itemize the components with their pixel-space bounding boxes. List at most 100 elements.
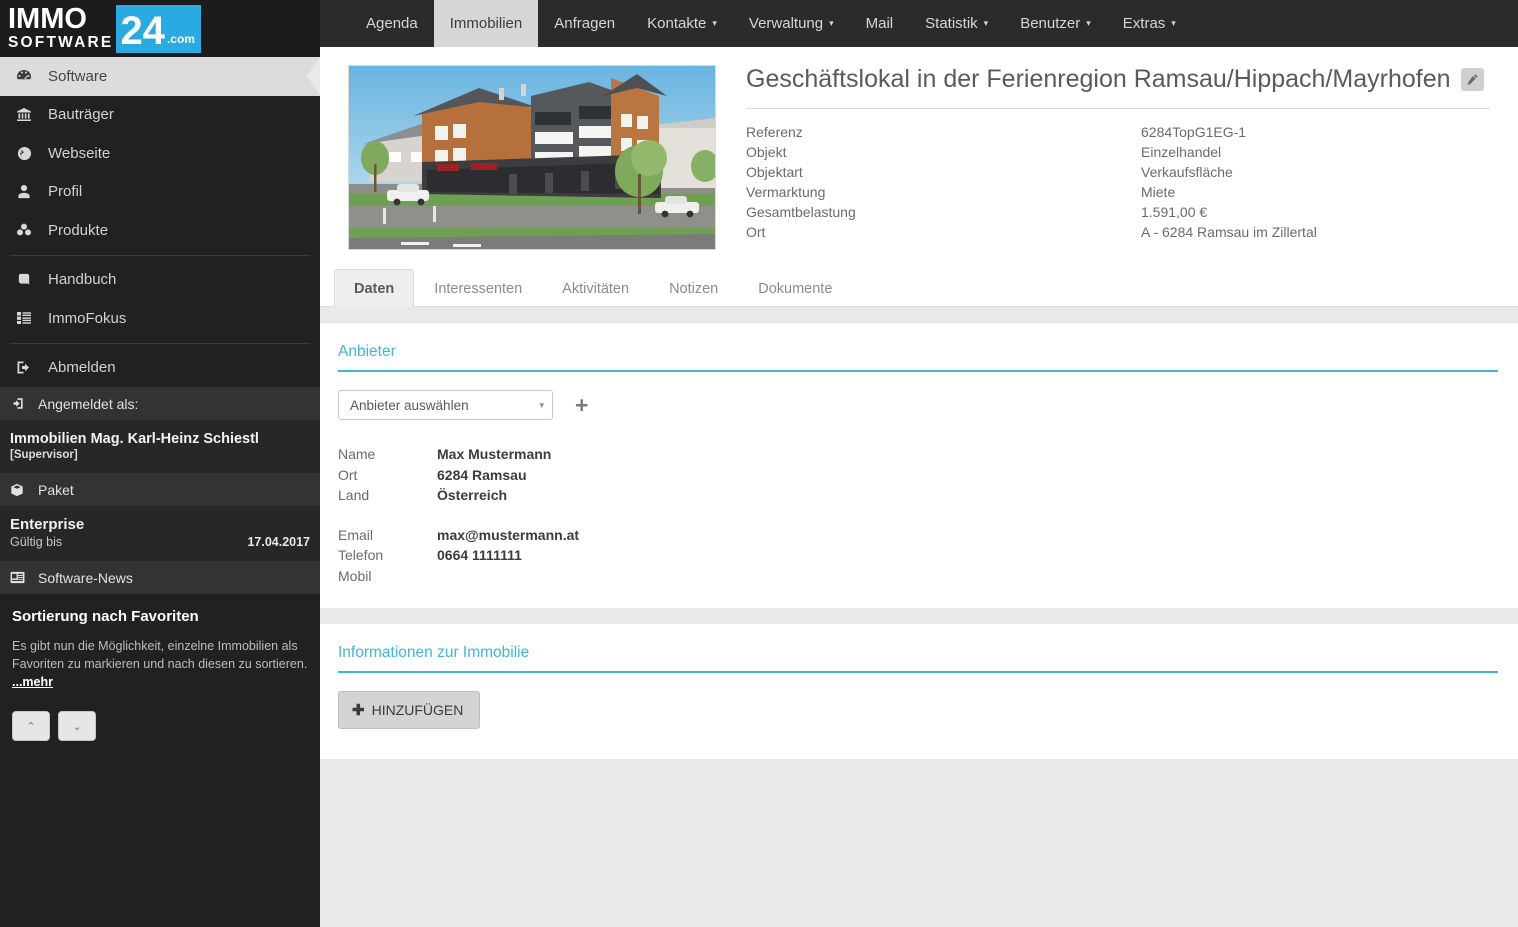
user-icon: [10, 184, 38, 199]
tab-dokumente[interactable]: Dokumente: [738, 269, 852, 307]
news-prev-button[interactable]: ⌃: [12, 711, 50, 742]
anbieter-select[interactable]: Anbieter auswählen ▾: [338, 390, 553, 420]
hinzufuegen-button[interactable]: ✚ HINZUFÜGEN: [338, 691, 481, 729]
news-next-button[interactable]: ⌄: [58, 711, 96, 742]
sign-out-icon: [10, 360, 38, 375]
sidebar-item-label: ImmoFokus: [48, 309, 127, 327]
chevron-down-icon: ⌄: [72, 720, 82, 733]
field-key: Land: [338, 487, 370, 503]
sidebar-item-immofokus[interactable]: ImmoFokus: [0, 299, 320, 338]
news-more-link[interactable]: ...mehr: [12, 675, 53, 689]
field-spacer: [338, 506, 1498, 525]
sidebar: IMMO SOFTWARE 24 .com Software Bauträger…: [0, 0, 320, 927]
sidebar-item-produkte[interactable]: Produkte: [0, 211, 320, 250]
field-key: Email: [338, 526, 374, 543]
informationen-card: Informationen zur Immobilie ✚ HINZUFÜGEN: [320, 624, 1518, 759]
paket-valid-date: 17.04.2017: [247, 535, 310, 549]
nav-extras[interactable]: Extras ▾: [1107, 0, 1192, 47]
list-icon: [10, 311, 38, 325]
spec-value: A - 6284 Ramsau im Zillertal: [1141, 224, 1317, 240]
tab-notizen[interactable]: Notizen: [649, 269, 738, 307]
property-header-panel: Geschäftslokal in der Ferienregion Ramsa…: [320, 47, 1518, 307]
tab-daten[interactable]: Daten: [334, 269, 415, 307]
sidebar-item-abmelden[interactable]: Abmelden: [0, 349, 320, 388]
informationen-section-rule: [338, 671, 1498, 673]
anbieter-contact-row: Mobil: [338, 566, 1498, 587]
sidebar-divider: [10, 254, 310, 256]
paket-header-label: Paket: [38, 481, 74, 498]
tab-label: Aktivitäten: [562, 281, 630, 297]
pencil-icon: [1466, 73, 1479, 86]
newspaper-icon: [10, 571, 30, 584]
chevron-down-icon: ▾: [1171, 18, 1176, 28]
add-anbieter-icon[interactable]: +: [575, 393, 588, 417]
sidebar-item-profil[interactable]: Profil: [0, 173, 320, 212]
nav-statistik[interactable]: Statistik ▾: [909, 0, 1004, 47]
account-name: Immobilien Mag. Karl-Heinz Schiestl: [10, 431, 259, 447]
title-divider: [746, 108, 1490, 109]
page-title: Geschäftslokal in der Ferienregion Ramsa…: [746, 65, 1451, 93]
sidebar-item-handbuch[interactable]: Handbuch: [0, 261, 320, 300]
field-key: Mobil: [338, 567, 372, 584]
chevron-down-icon: ▾: [539, 399, 544, 410]
anbieter-section-rule: [338, 370, 1498, 372]
property-image[interactable]: [348, 65, 716, 250]
brand-logo[interactable]: IMMO SOFTWARE 24 .com: [0, 0, 320, 57]
spec-key: Ort: [746, 224, 766, 240]
nav-label: Immobilien: [449, 15, 523, 32]
spec-key: Referenz: [746, 124, 803, 140]
logo-software-text: SOFTWARE: [8, 33, 114, 51]
paket-valid-label: Gültig bis: [10, 535, 63, 549]
tab-label: Dokumente: [758, 281, 833, 297]
news-panel: Sortierung nach Favoriten Es gibt nun di…: [0, 594, 320, 752]
nav-agenda[interactable]: Agenda: [350, 0, 434, 47]
account-header-label: Angemeldet als:: [38, 395, 139, 412]
edit-property-button[interactable]: [1460, 68, 1484, 91]
account-role: [Supervisor]: [10, 449, 78, 461]
sidebar-divider: [10, 342, 310, 344]
nav-verwaltung[interactable]: Verwaltung ▾: [733, 0, 850, 47]
anbieter-field-row: Ort 6284 Ramsau: [338, 465, 1498, 486]
anbieter-section-title: Anbieter: [338, 343, 396, 360]
sidebar-item-webseite[interactable]: Webseite: [0, 134, 320, 173]
anbieter-details: Name Max Mustermann Ort 6284 Ramsau Land…: [338, 444, 1498, 586]
top-navigation-bar: Agenda Immobilien Anfragen Kontakte ▾ Ve…: [320, 0, 1518, 47]
field-value: 0664 1111111: [437, 547, 522, 563]
chevron-down-icon: ▾: [983, 18, 989, 28]
news-title: Sortierung nach Favoriten: [12, 608, 199, 625]
field-value: Österreich: [437, 487, 508, 503]
tab-aktivitaeten[interactable]: Aktivitäten: [542, 269, 649, 307]
nav-kontakte[interactable]: Kontakte ▾: [631, 0, 733, 47]
chevron-down-icon: ▾: [829, 18, 834, 28]
anbieter-select-row: Anbieter auswählen ▾ +: [338, 390, 1498, 420]
nav-mail[interactable]: Mail: [850, 0, 910, 47]
field-key: Ort: [338, 466, 358, 483]
main-content: Geschäftslokal in der Ferienregion Ramsa…: [320, 47, 1518, 927]
spec-value: 6284TopG1EG-1: [1141, 124, 1247, 140]
nav-benutzer[interactable]: Benutzer ▾: [1004, 0, 1107, 47]
logo-immo-text: IMMO: [8, 2, 87, 35]
anbieter-card: Anbieter Anbieter auswählen ▾ + Name Max…: [320, 323, 1518, 608]
property-hero: Geschäftslokal in der Ferienregion Ramsa…: [320, 47, 1518, 250]
tab-interessenten[interactable]: Interessenten: [414, 269, 542, 307]
nav-label: Mail: [865, 15, 894, 32]
sidebar-item-bautraeger[interactable]: Bauträger: [0, 96, 320, 135]
sidebar-item-label: Produkte: [48, 221, 109, 239]
nav-label: Extras: [1122, 15, 1166, 32]
field-value: 6284 Ramsau: [437, 466, 527, 483]
tab-label: Notizen: [669, 281, 719, 297]
nav-anfragen[interactable]: Anfragen: [538, 0, 631, 47]
spec-value: 1.591,00 €: [1141, 204, 1208, 220]
news-body: Es gibt nun die Möglichkeit, einzelne Im…: [12, 639, 308, 671]
paket-info: Enterprise Gültig bis 17.04.2017: [0, 506, 320, 561]
spec-row: Referenz 6284TopG1EG-1: [746, 122, 1490, 142]
nav-immobilien[interactable]: Immobilien: [433, 0, 539, 47]
account-info: Immobilien Mag. Karl-Heinz Schiestl [Sup…: [0, 420, 320, 473]
nav-label: Benutzer: [1020, 15, 1081, 32]
nav-label: Verwaltung: [748, 15, 824, 32]
plus-icon: ✚: [352, 702, 365, 719]
sidebar-item-software[interactable]: Software: [0, 57, 320, 96]
field-key: Name: [338, 446, 376, 462]
spec-key: Objekt: [746, 144, 787, 160]
dashboard-icon: [10, 68, 38, 84]
